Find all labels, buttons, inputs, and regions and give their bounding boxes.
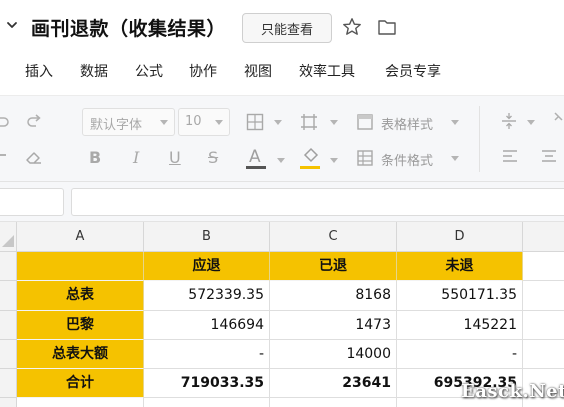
redo-icon[interactable] <box>25 112 43 130</box>
align-vertical-icon[interactable] <box>500 112 518 130</box>
border-icon[interactable] <box>246 113 264 131</box>
table-style-icon[interactable] <box>357 114 373 130</box>
font-size-select[interactable]: 10 <box>178 108 230 136</box>
select-all-icon <box>2 235 14 247</box>
caret-down-icon[interactable] <box>330 158 338 163</box>
font-color-bar <box>246 166 266 169</box>
align-left-icon[interactable] <box>502 148 518 164</box>
eraser-icon[interactable] <box>25 149 43 165</box>
document-title: 画刊退款（收集结果） <box>31 18 227 40</box>
table-cell[interactable] <box>523 252 564 281</box>
conditional-format-label[interactable]: 条件格式 <box>381 150 433 169</box>
align-center-icon[interactable] <box>541 148 557 164</box>
total-cell[interactable]: 23641 <box>270 369 397 398</box>
menu-efficiency-tools[interactable]: 效率工具 <box>299 61 355 81</box>
table-cell[interactable]: - <box>397 340 523 369</box>
column-header-b[interactable]: B <box>144 222 270 252</box>
row-header[interactable] <box>0 311 17 340</box>
table-cell[interactable]: 572339.35 <box>144 281 270 311</box>
table-cell[interactable]: 14000 <box>270 340 397 369</box>
menu-collaborate[interactable]: 协作 <box>189 61 217 81</box>
wrap-icon[interactable] <box>553 110 564 128</box>
chevron-down-icon[interactable] <box>6 19 18 31</box>
table-cell[interactable] <box>270 398 397 407</box>
header-cell[interactable]: 应退 <box>144 252 270 281</box>
formula-bar <box>0 182 564 222</box>
row-header[interactable] <box>0 398 17 407</box>
row-header[interactable] <box>0 252 17 281</box>
row-label-cell[interactable]: 巴黎 <box>17 311 144 340</box>
header-cell[interactable]: 已退 <box>270 252 397 281</box>
italic-icon[interactable]: I <box>133 148 139 167</box>
menu-member[interactable]: 会员专享 <box>385 61 441 81</box>
menu-bar: 插入 数据 公式 协作 视图 效率工具 会员专享 <box>0 52 564 90</box>
row-label-cell[interactable]: 合计 <box>17 369 144 398</box>
table-cell[interactable]: 1473 <box>270 311 397 340</box>
table-cell[interactable] <box>523 281 564 311</box>
folder-icon[interactable] <box>377 18 397 36</box>
fill-color-icon[interactable] <box>300 146 322 170</box>
table-cell[interactable]: 145221 <box>397 311 523 340</box>
toolbar-divider <box>479 106 480 172</box>
merge-icon[interactable] <box>299 112 319 132</box>
select-all-corner[interactable] <box>0 222 17 252</box>
fill-color-bar <box>300 166 320 169</box>
row-label-cell[interactable]: 总表 <box>17 281 144 311</box>
toolbar-fragment <box>0 154 6 156</box>
caret-down-icon[interactable] <box>274 120 282 125</box>
toolbar: 默认字体 10 B I U S A 表格样式 条件格式 <box>0 95 564 182</box>
row-label-cell[interactable]: 总表大额 <box>17 340 144 369</box>
underline-icon[interactable]: U <box>169 148 181 167</box>
menu-formula[interactable]: 公式 <box>135 61 163 81</box>
table-style-label[interactable]: 表格样式 <box>381 114 433 133</box>
font-family-value: 默认字体 <box>90 118 143 133</box>
caret-down-icon[interactable] <box>451 156 459 161</box>
header-cell[interactable]: 未退 <box>397 252 523 281</box>
star-icon[interactable] <box>342 17 362 37</box>
row-header[interactable] <box>0 281 17 311</box>
table-cell[interactable] <box>523 311 564 340</box>
watermark: Easck.Net <box>461 381 564 402</box>
header-cell[interactable] <box>17 252 144 281</box>
readonly-button[interactable]: 只能查看 <box>242 13 332 43</box>
table-cell[interactable] <box>17 398 144 407</box>
caret-down-icon[interactable] <box>527 120 535 125</box>
column-header-e[interactable] <box>523 222 564 252</box>
column-header-c[interactable]: C <box>270 222 397 252</box>
row-header[interactable] <box>0 369 17 398</box>
font-size-value: 10 <box>185 114 202 129</box>
table-cell[interactable]: 8168 <box>270 281 397 311</box>
table-cell[interactable]: - <box>144 340 270 369</box>
table-cell[interactable]: 146694 <box>144 311 270 340</box>
strikethrough-icon[interactable]: S <box>208 148 218 167</box>
menu-data[interactable]: 数据 <box>80 61 108 81</box>
caret-down-icon <box>160 120 168 125</box>
font-family-select[interactable]: 默认字体 <box>82 108 175 136</box>
menu-view[interactable]: 视图 <box>244 61 272 81</box>
bold-icon[interactable]: B <box>89 148 101 167</box>
spreadsheet-grid: A B C D 应退 已退 未退 总表 572339.35 8168 55017… <box>0 222 564 407</box>
caret-down-icon[interactable] <box>277 158 285 163</box>
menu-insert[interactable]: 插入 <box>25 61 53 81</box>
total-cell[interactable]: 719033.35 <box>144 369 270 398</box>
table-cell[interactable]: 550171.35 <box>397 281 523 311</box>
caret-down-icon[interactable] <box>451 120 459 125</box>
conditional-format-icon[interactable] <box>357 150 373 166</box>
font-color-icon[interactable]: A <box>246 146 268 170</box>
table-cell[interactable] <box>144 398 270 407</box>
cell-name-box[interactable] <box>0 188 64 216</box>
column-header-a[interactable]: A <box>17 222 144 252</box>
formula-input[interactable] <box>71 188 564 216</box>
caret-down-icon <box>215 120 223 125</box>
undo-icon[interactable] <box>0 112 10 128</box>
table-cell[interactable] <box>523 340 564 369</box>
column-header-d[interactable]: D <box>397 222 523 252</box>
row-header[interactable] <box>0 340 17 369</box>
caret-down-icon[interactable] <box>330 120 338 125</box>
title-bar: 画刊退款（收集结果） 只能查看 <box>0 0 564 52</box>
